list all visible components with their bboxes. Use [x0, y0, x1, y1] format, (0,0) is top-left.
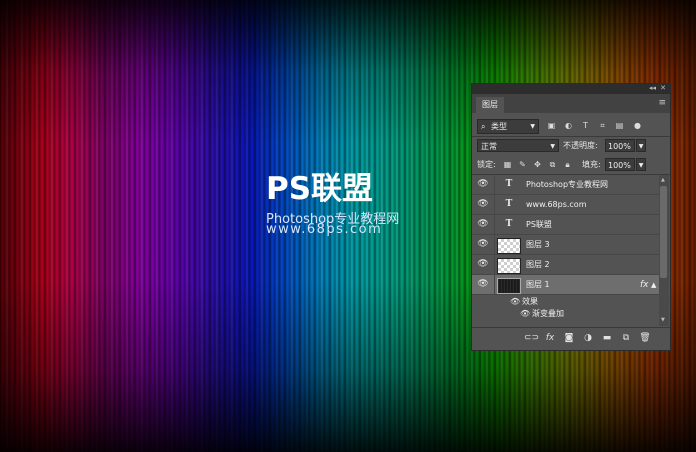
eye-icon[interactable]: 👁︎ — [477, 199, 489, 209]
fx-icon[interactable]: fx — [544, 332, 556, 344]
close-icon[interactable]: ✕ — [660, 84, 666, 92]
layer-row-selected[interactable]: 👁︎ 图层 1 fx ▲ — [472, 275, 659, 295]
layer-row[interactable]: 👁︎ T Photoshop专业教程网 — [472, 175, 659, 195]
eye-icon[interactable]: 👁︎ — [477, 179, 489, 189]
delete-icon[interactable]: 🗑︎ — [639, 332, 651, 344]
filter-kind-label: 类型 — [491, 122, 507, 131]
effects-row[interactable]: 👁︎ 效果 — [472, 296, 659, 308]
layer-name[interactable]: Photoshop专业教程网 — [526, 175, 608, 195]
layer-row[interactable]: 👁︎ 图层 2 — [472, 255, 659, 275]
eye-icon[interactable]: 👁︎ — [520, 309, 530, 319]
adjustment-filter-icon[interactable]: ◐ — [563, 120, 574, 131]
hamburger-menu-icon[interactable]: ≡ — [658, 98, 666, 108]
eye-icon[interactable]: 👁︎ — [477, 279, 489, 289]
eye-icon[interactable]: 👁︎ — [477, 239, 489, 249]
divider — [494, 195, 495, 215]
lock-position-icon[interactable]: ✥ — [532, 159, 543, 170]
canvas-title: PS联盟 — [266, 171, 374, 207]
search-icon: ⌕ — [481, 122, 486, 131]
scroll-up-icon[interactable]: ▲ — [661, 177, 665, 183]
divider — [494, 175, 495, 195]
effect-item-row[interactable]: 👁︎ 渐变叠加 — [472, 308, 659, 320]
divider — [494, 215, 495, 235]
filter-kind-select[interactable]: ⌕ 类型 ▼ — [477, 119, 539, 134]
eye-icon[interactable]: 👁︎ — [477, 219, 489, 229]
fill-slider-toggle[interactable]: ▼ — [636, 158, 646, 171]
lock-row: 锁定: ▦ ✎ ✥ ⧉ 🔒︎ 填充: 100% ▼ — [472, 157, 670, 173]
adjustment-layer-icon[interactable]: ◑ — [582, 332, 594, 344]
panel-bottom-bar: ⊂⊃ fx ◙ ◑ ▬ ⧉ 🗑︎ — [472, 327, 670, 350]
scrollbar-thumb[interactable] — [660, 186, 667, 278]
filter-row: ⌕ 类型 ▼ ▣ ◐ T ⌗ ▤ ● — [472, 117, 670, 135]
lock-transparent-icon[interactable]: ▦ — [502, 159, 513, 170]
text-layer-icon: T — [505, 179, 513, 189]
fx-badge[interactable]: fx — [640, 275, 649, 295]
chevron-down-icon: ▼ — [530, 123, 535, 130]
scroll-down-icon[interactable]: ▼ — [661, 317, 665, 323]
opacity-slider-toggle[interactable]: ▼ — [636, 139, 646, 152]
layer-row[interactable]: 👁︎ T PS联盟 — [472, 215, 659, 235]
layer-name[interactable]: 图层 3 — [526, 235, 550, 255]
chevron-down-icon: ▼ — [550, 143, 555, 150]
layer-name[interactable]: PS联盟 — [526, 215, 552, 235]
canvas-url: www.68ps.com — [266, 222, 383, 237]
lock-label: 锁定: — [477, 160, 496, 169]
lock-artboard-icon[interactable]: ⧉ — [547, 159, 558, 170]
layers-list: 👁︎ T Photoshop专业教程网 👁︎ T www.68ps.com 👁︎… — [472, 175, 659, 326]
effects-label: 效果 — [522, 297, 538, 306]
type-filter-icon[interactable]: T — [580, 120, 591, 131]
link-layers-icon[interactable]: ⊂⊃ — [524, 332, 539, 344]
chevron-up-icon[interactable]: ▲ — [651, 275, 656, 295]
new-group-icon[interactable]: ▬ — [601, 332, 613, 344]
fill-input[interactable]: 100% — [605, 158, 635, 171]
new-layer-icon[interactable]: ⧉ — [620, 332, 632, 344]
blend-mode-value: 正常 — [481, 142, 497, 151]
divider — [472, 136, 670, 137]
add-mask-icon[interactable]: ◙ — [563, 332, 575, 344]
panel-tab-row: 图层 ≡ — [472, 94, 670, 113]
double-chevron-left-icon[interactable]: ◂◂ — [649, 84, 656, 92]
divider — [494, 235, 495, 255]
divider — [494, 275, 495, 295]
text-layer-icon: T — [505, 219, 513, 229]
filter-toggle-icon[interactable]: ● — [632, 120, 643, 131]
layer-name[interactable]: www.68ps.com — [526, 195, 587, 215]
lock-image-icon[interactable]: ✎ — [517, 159, 528, 170]
tab-layers[interactable]: 图层 — [476, 97, 504, 113]
lock-all-icon[interactable]: 🔒︎ — [562, 159, 573, 170]
layers-panel: ◂◂ ✕ 图层 ≡ ⌕ 类型 ▼ ▣ ◐ T ⌗ ▤ ● 正常 ▼ 不透明度: … — [471, 83, 671, 351]
smart-object-filter-icon[interactable]: ▤ — [614, 120, 625, 131]
layer-name[interactable]: 图层 2 — [526, 255, 550, 275]
layer-row[interactable]: 👁︎ 图层 3 — [472, 235, 659, 255]
layer-thumbnail — [497, 278, 521, 294]
layer-thumbnail — [497, 238, 521, 254]
layer-row[interactable]: 👁︎ T www.68ps.com — [472, 195, 659, 215]
layer-name[interactable]: 图层 1 — [526, 275, 550, 295]
shape-filter-icon[interactable]: ⌗ — [597, 120, 608, 131]
eye-icon[interactable]: 👁︎ — [510, 297, 520, 307]
opacity-input[interactable]: 100% — [605, 139, 635, 152]
fill-label: 填充: — [582, 160, 601, 169]
image-filter-icon[interactable]: ▣ — [546, 120, 557, 131]
layer-thumbnail — [497, 258, 521, 274]
opacity-label: 不透明度: — [563, 141, 598, 150]
text-layer-icon: T — [505, 199, 513, 209]
panel-title-bar[interactable]: ◂◂ ✕ — [472, 84, 670, 94]
effect-item-label: 渐变叠加 — [532, 309, 564, 318]
blend-mode-select[interactable]: 正常 ▼ — [477, 139, 559, 152]
eye-icon[interactable]: 👁︎ — [477, 259, 489, 269]
divider — [494, 255, 495, 275]
blend-row: 正常 ▼ 不透明度: 100% ▼ — [472, 138, 670, 154]
